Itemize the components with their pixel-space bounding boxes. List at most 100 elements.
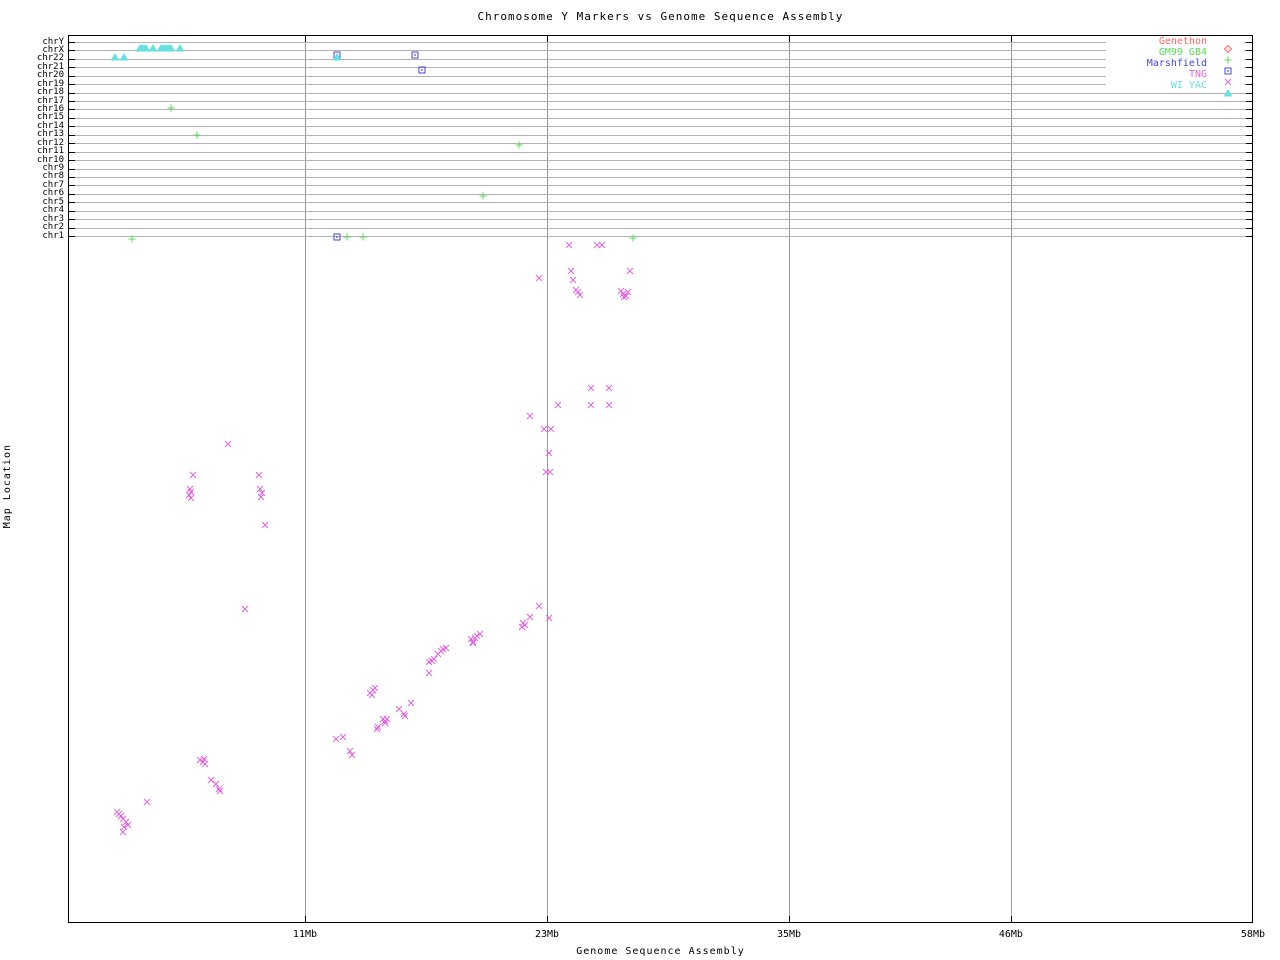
chrom-row-line	[69, 67, 1252, 69]
marker-tng	[401, 705, 409, 724]
chrom-row-line	[69, 160, 1252, 162]
chrom-row-line	[69, 109, 1252, 111]
y-tick-left	[69, 126, 75, 128]
y-tick-right	[1246, 176, 1252, 178]
y-tick-right	[1246, 151, 1252, 153]
chart-canvas: Chromosome Y Markers vs Genome Sequence …	[0, 0, 1280, 960]
y-tick-left	[69, 210, 75, 212]
y-tick-left	[69, 58, 75, 60]
y-tick-left	[69, 67, 75, 69]
y-tick-right	[1246, 219, 1252, 221]
y-tick-right	[1246, 92, 1252, 94]
chrom-row-line	[69, 126, 1252, 128]
legend-label-marshfield: Marshfield	[1146, 58, 1207, 69]
marker-tng	[187, 487, 195, 506]
chrom-row-line	[69, 92, 1252, 94]
chrom-row-line	[69, 236, 1252, 237]
y-tick-left	[69, 134, 75, 136]
marker-gm99-gb4	[128, 228, 136, 247]
marker-tng	[368, 684, 376, 703]
chrom-row-line	[69, 151, 1252, 153]
marker-tng	[535, 267, 543, 286]
x-tick-label: 58Mb	[1240, 929, 1265, 940]
x-tick-label: 11Mb	[292, 929, 318, 940]
marker-tng	[545, 442, 553, 461]
y-tick-right	[1246, 168, 1252, 170]
y-tick-left	[69, 185, 75, 187]
chrom-row-line	[69, 193, 1252, 195]
y-tick-right	[1246, 160, 1252, 162]
marker-tng	[605, 394, 613, 413]
y-tick-right	[1246, 134, 1252, 136]
chart-title: Chromosome Y Markers vs Genome Sequence …	[477, 10, 844, 23]
y-tick-left	[69, 84, 75, 86]
legend-label-wi-yac: WI YAC	[1170, 80, 1207, 91]
marker-gm99-gb4	[359, 226, 367, 245]
y-tick-left	[69, 143, 75, 145]
marker-tng	[373, 718, 381, 737]
y-tick-left	[69, 227, 75, 229]
marker-wi-yac	[148, 37, 158, 56]
y-tick-left	[69, 160, 75, 162]
x-axis-title: Genome Sequence Assembly	[576, 946, 745, 957]
x-tick-bottom	[547, 916, 548, 922]
marker-tng	[261, 514, 269, 533]
x-tick-label: 23Mb	[534, 929, 560, 940]
marker-wi-yac	[332, 46, 342, 65]
x-tick-label: 35Mb	[777, 929, 802, 940]
chrom-row-line	[69, 117, 1252, 119]
marker-tng	[348, 744, 356, 763]
legend-marker-triangle	[1223, 82, 1233, 101]
marker-wi-yac	[119, 46, 129, 65]
marker-tng	[119, 821, 127, 840]
y-tick-left	[69, 50, 75, 52]
y-tick-left	[69, 151, 75, 153]
marker-tng	[257, 486, 265, 505]
y-tick-left	[69, 117, 75, 119]
legend-label-gm99-gb4: GM99 GB4	[1158, 47, 1207, 58]
marker-tng	[425, 662, 433, 681]
y-tick-left	[69, 168, 75, 170]
y-tick-right	[1246, 193, 1252, 195]
marker-tng	[587, 394, 595, 413]
marker-tng	[526, 405, 534, 424]
marker-tng	[469, 632, 477, 651]
marker-gm99-gb4	[343, 226, 351, 245]
chrom-row-line	[69, 227, 1252, 229]
marker-tng	[626, 260, 634, 279]
chrom-row-line	[69, 168, 1252, 170]
marker-tng	[224, 433, 232, 452]
marker-tng	[381, 712, 389, 731]
y-tick-left	[69, 236, 75, 237]
x-tick-bottom	[789, 916, 791, 922]
y-tick-left	[69, 193, 75, 195]
y-tick-left	[69, 42, 75, 43]
marker-tng	[546, 461, 554, 480]
chrom-row-line	[69, 42, 1252, 43]
marker-tng	[620, 286, 628, 305]
y-tick-left	[69, 176, 75, 178]
marker-tng	[241, 598, 249, 617]
chrom-row-line	[69, 75, 1252, 77]
y-tick-left	[69, 101, 75, 103]
chrom-row-line	[69, 101, 1252, 103]
marker-marshfield	[333, 226, 341, 245]
marker-tng	[565, 234, 573, 253]
y-tick-right	[1246, 143, 1252, 145]
marker-gm99-gb4	[479, 185, 487, 204]
marker-tng	[598, 234, 606, 253]
chrom-row-line	[69, 84, 1252, 86]
y-tick-right	[1246, 67, 1252, 69]
y-tick-right	[1246, 236, 1252, 237]
y-tick-label-chr1: chr1	[42, 230, 64, 241]
chrom-row-line	[69, 176, 1252, 178]
chrom-row-line	[69, 50, 1252, 52]
y-axis-title: Map Location	[2, 444, 13, 529]
legend-label-genethon: Genethon	[1158, 36, 1207, 47]
legend-label-tng: TNG	[1188, 69, 1207, 80]
marker-tng	[442, 637, 450, 656]
marker-gm99-gb4	[193, 124, 201, 143]
y-tick-left	[69, 202, 75, 204]
y-tick-right	[1246, 101, 1252, 103]
x-tick-bottom	[304, 916, 306, 922]
